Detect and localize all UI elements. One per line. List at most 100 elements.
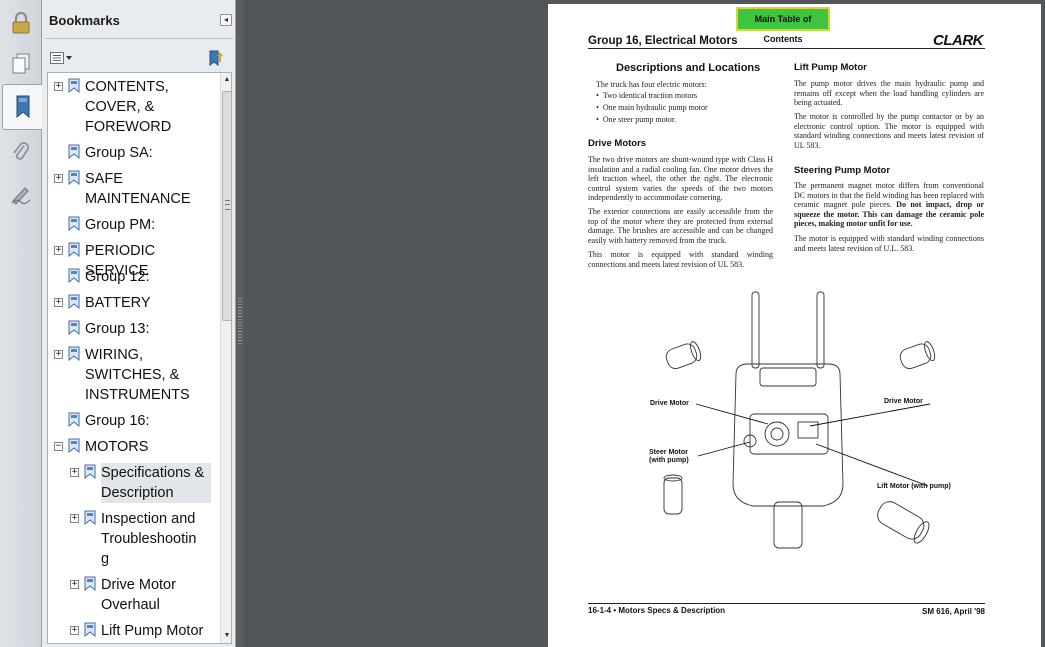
steer-para-1: The permanent magnet motor differs from … bbox=[794, 181, 985, 228]
bookmark-icon bbox=[68, 294, 80, 309]
expand-icon[interactable]: + bbox=[70, 468, 79, 477]
collapse-icon[interactable]: − bbox=[54, 442, 63, 451]
drive-motor-left-label: Drive Motor bbox=[650, 400, 689, 407]
bookmark-label-line: MOTORS bbox=[85, 439, 149, 455]
bookmark-item[interactable]: + Lift Pump Motor bbox=[48, 621, 218, 641]
bookmark-label-line: FOREWORD bbox=[85, 119, 172, 135]
bookmark-label: Group PM: bbox=[85, 215, 213, 235]
lift-pump-heading: Lift Pump Motor bbox=[794, 62, 867, 73]
expand-bookmark-icon bbox=[209, 50, 223, 66]
bookmark-label-line: Group SA: bbox=[85, 145, 153, 161]
bookmark-label-line: CONTENTS, bbox=[85, 79, 169, 95]
motor-list: • Two identical traction motors • One ma… bbox=[596, 90, 786, 126]
expand-icon[interactable]: + bbox=[54, 246, 63, 255]
scroll-down-arrow[interactable]: ▼ bbox=[221, 629, 231, 643]
list-item: • One main hydraulic pump motor bbox=[596, 103, 708, 112]
lock-icon[interactable] bbox=[4, 5, 38, 41]
list-item: • Two identical traction motors bbox=[596, 91, 698, 100]
bookmark-icon bbox=[68, 346, 80, 361]
bookmark-label-line: SAFE bbox=[85, 171, 123, 187]
bookmark-icon bbox=[68, 320, 80, 335]
expand-icon[interactable]: + bbox=[70, 580, 79, 589]
bookmark-icon[interactable] bbox=[2, 84, 42, 130]
page-group-title: Group 16, Electrical Motors bbox=[588, 35, 738, 47]
bookmark-label-line: Inspection and bbox=[101, 511, 196, 527]
steering-pump-heading: Steering Pump Motor bbox=[794, 165, 891, 176]
attachment-icon[interactable] bbox=[4, 134, 38, 170]
bookmark-label-line: g bbox=[101, 551, 110, 567]
scrollbar[interactable]: ▲ ▼ bbox=[220, 73, 231, 643]
expand-icon[interactable]: + bbox=[70, 514, 79, 523]
pages-icon[interactable] bbox=[4, 46, 38, 82]
bookmark-label: WIRING, SWITCHES, & INSTRUMENTS bbox=[85, 345, 213, 405]
bookmark-item[interactable]: Group PM: bbox=[48, 215, 218, 235]
bookmark-label: Inspection and Troubleshootin g bbox=[101, 509, 211, 569]
signature-icon[interactable] bbox=[4, 176, 38, 212]
bookmark-label-line: Lift Pump Motor bbox=[101, 623, 204, 639]
clark-logo: CLARK bbox=[933, 32, 984, 49]
main-toc-button[interactable]: Main Table of Contents bbox=[736, 7, 830, 44]
bookmark-icon bbox=[68, 412, 80, 427]
bookmark-item[interactable]: Group 16: bbox=[48, 411, 218, 431]
lift-para-2: The motor is controlled by the pump cont… bbox=[794, 112, 984, 150]
collapse-panel-button[interactable]: ◂ bbox=[220, 14, 232, 26]
bookmark-label: Group 16: bbox=[85, 411, 213, 431]
bookmark-label: MOTORS bbox=[85, 437, 213, 457]
bookmark-label-line: COVER, & bbox=[85, 99, 155, 115]
navigation-rail bbox=[0, 0, 42, 647]
bookmark-tree[interactable]: + Lift Pump Motor + Drive Motor Overhaul + Ins… bbox=[47, 72, 232, 644]
chevron-down-icon bbox=[66, 56, 72, 60]
footer-left: 16-1-4 • Motors Specs & Description bbox=[588, 606, 726, 615]
panel-splitter[interactable] bbox=[236, 0, 244, 647]
expand-icon[interactable]: + bbox=[54, 82, 63, 91]
scroll-thumb[interactable] bbox=[222, 91, 231, 321]
lift-motor-label: Lift Motor (with pump) bbox=[877, 483, 951, 490]
bookmark-label-line: Overhaul bbox=[101, 597, 160, 613]
bookmark-label: Drive Motor Overhaul bbox=[101, 575, 211, 615]
bookmark-label-line: SWITCHES, & bbox=[85, 367, 180, 383]
footer-right: SM 616, April '98 bbox=[922, 607, 985, 616]
bookmark-label-line: INSTRUMENTS bbox=[85, 387, 190, 403]
bookmark-icon bbox=[84, 576, 96, 591]
bookmark-item[interactable]: + WIRING, SWITCHES, & INSTRUMENTS bbox=[48, 345, 218, 405]
document-page: Main Table of Contents Group 16, Electri… bbox=[548, 4, 1041, 647]
bookmark-item[interactable]: + CONTENTS, COVER, & FOREWORD bbox=[48, 77, 218, 137]
expand-icon[interactable]: + bbox=[54, 350, 63, 359]
bookmark-item[interactable]: − MOTORS bbox=[48, 437, 218, 457]
bookmark-label-line: PERIODIC SERVICE bbox=[85, 243, 156, 279]
bookmark-label-line: WIRING, bbox=[85, 347, 143, 363]
expand-icon[interactable]: + bbox=[54, 174, 63, 183]
scroll-up-arrow[interactable]: ▲ bbox=[221, 73, 231, 87]
bookmark-icon bbox=[68, 144, 80, 159]
drive-motors-heading: Drive Motors bbox=[588, 138, 647, 149]
bookmark-icon bbox=[84, 510, 96, 525]
bookmark-icon bbox=[68, 170, 80, 185]
bookmark-label-line: Description bbox=[101, 485, 174, 501]
options-menu-button[interactable] bbox=[50, 50, 72, 66]
bookmark-label: CONTENTS, COVER, & FOREWORD bbox=[85, 77, 213, 137]
bookmark-item[interactable]: Group SA: bbox=[48, 143, 218, 163]
bookmark-icon bbox=[68, 242, 80, 257]
bookmark-item[interactable]: + PERIODIC SERVICE bbox=[48, 241, 218, 279]
expand-bookmark-button[interactable] bbox=[206, 48, 226, 68]
bookmark-item[interactable]: Group 13: bbox=[48, 319, 218, 339]
bookmark-item[interactable]: + Specifications & Description bbox=[48, 463, 218, 503]
bookmark-label-line: Drive Motor bbox=[101, 577, 176, 593]
bookmark-icon bbox=[68, 216, 80, 231]
steer-para-2: The motor is equipped with standard wind… bbox=[794, 234, 984, 253]
bookmarks-panel: Bookmarks ◂ + Lift Pump Motor + Drive Motor… bbox=[42, 0, 236, 647]
bookmark-item[interactable]: + BATTERY bbox=[48, 293, 218, 313]
bookmark-item[interactable]: + Drive Motor Overhaul bbox=[48, 575, 218, 615]
bookmark-icon bbox=[84, 622, 96, 637]
expand-icon[interactable]: + bbox=[70, 626, 79, 635]
bookmark-label: BATTERY bbox=[85, 293, 213, 313]
section-heading: Descriptions and Locations bbox=[616, 62, 761, 74]
bookmark-label: Specifications & Description bbox=[101, 463, 211, 503]
bookmark-item[interactable]: + Inspection and Troubleshootin g bbox=[48, 509, 218, 569]
bookmark-icon bbox=[68, 268, 80, 283]
bookmark-item[interactable]: + SAFE MAINTENANCE bbox=[48, 169, 218, 209]
expand-icon[interactable]: + bbox=[54, 298, 63, 307]
bookmark-icon bbox=[68, 78, 80, 93]
header-rule bbox=[588, 48, 985, 49]
drive-para-1: The two drive motors are shunt-wound typ… bbox=[588, 155, 773, 202]
